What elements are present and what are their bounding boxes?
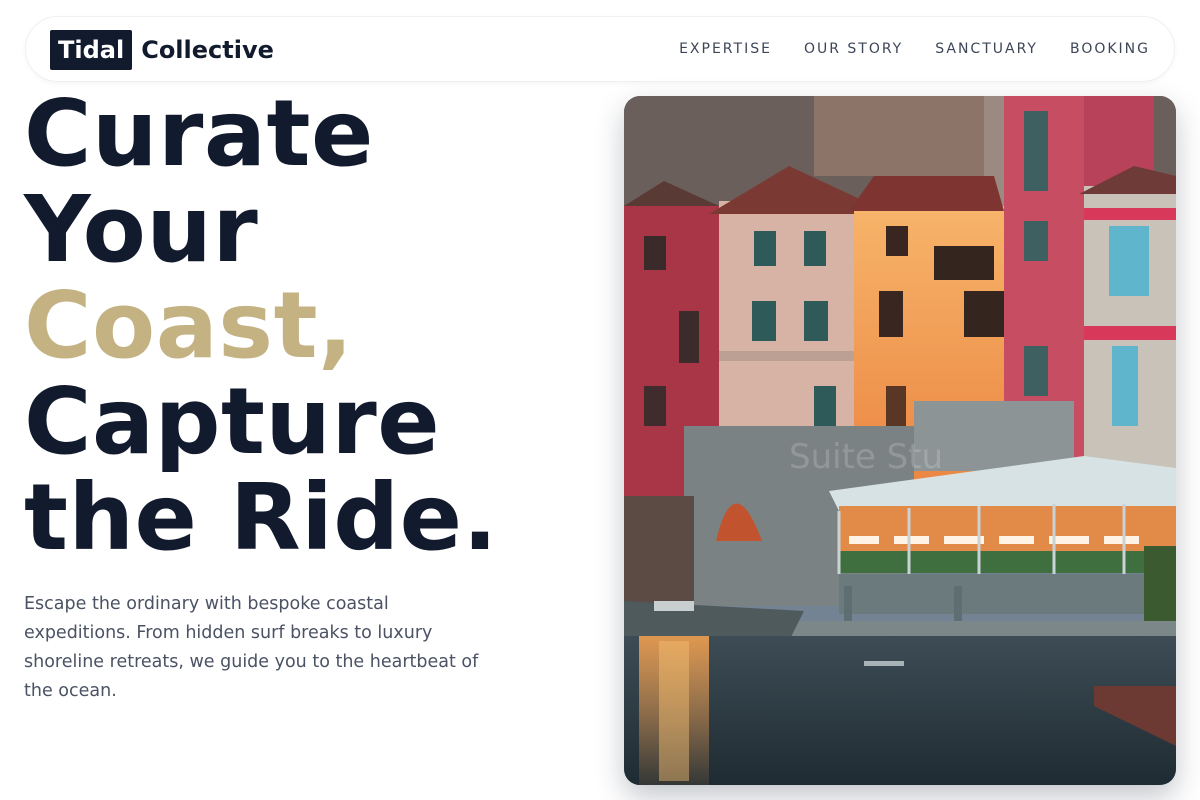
logo-wordmark: Collective (141, 36, 274, 64)
headline-line-2: Your (24, 176, 259, 283)
nav-menu: EXPERTISE OUR STORY SANCTUARY BOOKING (679, 40, 1150, 58)
headline-line-4: Capture (24, 368, 441, 475)
logo-mark: Tidal (50, 30, 133, 70)
brand-logo[interactable]: Tidal Collective (50, 30, 274, 70)
hero-tagline: Escape the ordinary with bespoke coastal… (24, 594, 479, 701)
nav-link-booking[interactable]: BOOKING (1070, 40, 1150, 58)
headline-line-1: Curate (24, 80, 374, 187)
nav-link-our-story[interactable]: OUR STORY (804, 40, 903, 58)
photo-watermark: Suite Stu (789, 437, 943, 477)
nav-link-expertise[interactable]: EXPERTISE (679, 40, 772, 58)
top-navbar: Tidal Collective EXPERTISE OUR STORY SAN… (25, 16, 1175, 82)
nav-link-sanctuary[interactable]: SANCTUARY (935, 40, 1038, 58)
headline-line-5: the Ride. (24, 464, 498, 571)
hero-photo: Suite Stu (624, 96, 1176, 785)
hero-headline: Curate Your Coast, Capture the Ride. (24, 86, 584, 566)
waterfront-village-image: Suite Stu (624, 96, 1176, 785)
headline-line-accent: Coast, (24, 272, 354, 379)
